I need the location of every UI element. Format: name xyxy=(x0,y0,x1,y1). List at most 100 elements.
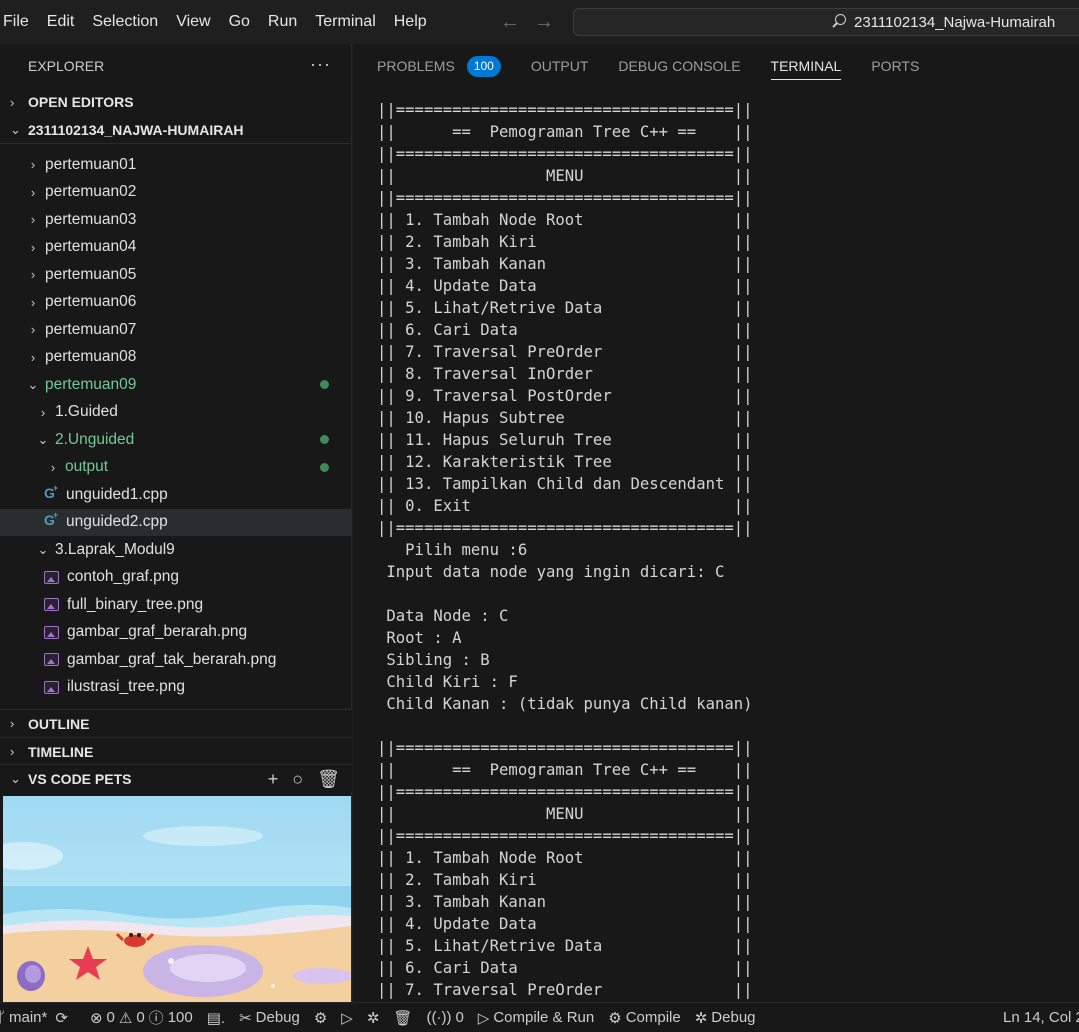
tree-item[interactable]: contoh_graf.png xyxy=(0,564,351,592)
tree-item[interactable]: ⌄ 3.Laprak_Modul9 xyxy=(0,536,351,564)
menu-edit[interactable]: Edit xyxy=(38,0,84,44)
tree-item[interactable]: › pertemuan08 xyxy=(0,344,351,372)
more-actions-icon[interactable]: ··· xyxy=(310,54,331,75)
tab-label: TERMINAL xyxy=(770,58,842,74)
cpp-file-icon xyxy=(44,483,58,502)
image-file-icon xyxy=(44,598,59,612)
image-file-icon xyxy=(44,653,59,667)
menu-help[interactable]: Help xyxy=(385,0,436,44)
debug2-item[interactable]: ✲ Debug xyxy=(695,1009,756,1027)
tree-item-label: contoh_graf.png xyxy=(67,568,180,586)
problems-item[interactable]: ⊗ 0 ⚠ 0 ⓘ 100 xyxy=(90,1007,193,1028)
vscode-pets-section[interactable]: ⌄ VS CODE PETS + ○ 🗑 xyxy=(0,764,352,792)
menu-terminal[interactable]: Terminal xyxy=(306,0,384,44)
menu-run[interactable]: Run xyxy=(259,0,306,44)
ball-icon[interactable]: ○ xyxy=(292,769,303,790)
tab-ports[interactable]: PORTS xyxy=(871,44,919,88)
chevron-right-icon: › xyxy=(30,294,36,310)
delete-item[interactable]: 🗑 xyxy=(393,1009,412,1027)
tree-item[interactable]: › pertemuan02 xyxy=(0,179,351,207)
bug-icon: ✲ xyxy=(694,1009,708,1027)
forward-arrow-icon[interactable]: → xyxy=(534,11,554,34)
tree-item-label: pertemuan06 xyxy=(45,293,137,311)
tab-output[interactable]: OUTPUT xyxy=(531,44,589,88)
cursor-position[interactable]: Ln 14, Col 2 xyxy=(1003,1009,1079,1026)
play-icon: ▷ xyxy=(341,1009,353,1027)
tree-item[interactable]: › pertemuan04 xyxy=(0,234,351,262)
chevron-right-icon: › xyxy=(30,322,36,338)
search-icon xyxy=(830,13,848,31)
tree-item[interactable]: unguided1.cpp xyxy=(0,481,351,509)
tree-item[interactable]: unguided2.cpp xyxy=(0,508,351,536)
menu-file[interactable]: File xyxy=(0,0,38,44)
search-text: 2311102134_Najwa-Humairah xyxy=(854,13,1056,31)
workspace-section[interactable]: ⌄ 2311102134_NAJWA-HUMAIRAH xyxy=(0,116,351,144)
tree-item[interactable]: ilustrasi_tree.png xyxy=(0,674,351,702)
ports-item[interactable]: ((·)) 0 xyxy=(426,1009,463,1026)
image-file-icon xyxy=(44,680,59,694)
tree-item-label: pertemuan09 xyxy=(45,375,137,393)
problems-badge: 100 xyxy=(466,55,501,77)
beach-illustration xyxy=(3,796,351,1002)
compile-item[interactable]: ⚙ Compile xyxy=(608,1009,680,1027)
terminal-text: ||====================================||… xyxy=(377,101,753,999)
tab-debug-console[interactable]: DEBUG CONSOLE xyxy=(618,44,740,88)
menu-selection[interactable]: Selection xyxy=(83,0,167,44)
tree-item-label: 1.Guided xyxy=(55,403,118,421)
outline-section[interactable]: › OUTLINE xyxy=(0,709,352,737)
add-icon[interactable]: + xyxy=(268,769,279,790)
tree-item-label: full_binary_tree.png xyxy=(67,595,204,613)
tree-item[interactable]: full_binary_tree.png xyxy=(0,591,351,619)
tree-item[interactable]: gambar_graf_tak_berarah.png xyxy=(0,646,351,674)
branch-item[interactable]: ᛘ main* ⟳ xyxy=(0,1009,68,1027)
debug2-label: Debug xyxy=(711,1009,756,1026)
menu-go[interactable]: Go xyxy=(220,0,259,44)
chevron-right-icon: › xyxy=(10,744,15,759)
terminal-output[interactable]: ||====================================||… xyxy=(353,88,1079,1002)
tools-icon: ✂ xyxy=(239,1009,252,1027)
tree-item[interactable]: ⌄ pertemuan09 xyxy=(0,371,351,399)
image-file-icon xyxy=(44,625,59,639)
explorer-header: EXPLORER ··· xyxy=(0,44,351,88)
panel-tabs: PROBLEMS 100 OUTPUT DEBUG CONSOLE TERMINAL PO… xyxy=(353,44,1079,88)
terminal-panel: PROBLEMS 100 OUTPUT DEBUG CONSOLE TERMINAL PO… xyxy=(353,44,1079,1002)
tree-item[interactable]: › pertemuan07 xyxy=(0,316,351,344)
command-center-search[interactable]: 2311102134_Najwa-Humairah xyxy=(573,8,1079,36)
error-icon: ⊗ xyxy=(89,1009,103,1027)
chevron-down-icon: ⌄ xyxy=(27,376,39,392)
outline-label: OUTLINE xyxy=(28,715,90,732)
back-arrow-icon[interactable]: ← xyxy=(500,11,520,34)
broadcast-icon: ((·)) xyxy=(426,1009,452,1026)
settings-item[interactable]: ⚙ xyxy=(314,1009,327,1027)
window-item[interactable]: ▤. xyxy=(207,1009,225,1027)
tree-item[interactable]: › output xyxy=(0,454,351,482)
compile-run-label: Compile & Run xyxy=(493,1009,595,1026)
tree-item[interactable]: › pertemuan03 xyxy=(0,206,351,234)
workspace-label: 2311102134_NAJWA-HUMAIRAH xyxy=(28,121,244,138)
tree-item[interactable]: › pertemuan05 xyxy=(0,261,351,289)
chevron-right-icon: › xyxy=(30,267,36,283)
tree-item-label: pertemuan03 xyxy=(45,210,137,228)
cpp-file-icon xyxy=(44,510,58,529)
run-item[interactable]: ▷ xyxy=(341,1009,353,1027)
open-editors-section[interactable]: › OPEN EDITORS xyxy=(0,88,351,116)
tree-item[interactable]: gambar_graf_berarah.png xyxy=(0,619,351,647)
timeline-section[interactable]: › TIMELINE xyxy=(0,737,352,765)
tree-item-label: pertemuan02 xyxy=(45,183,137,201)
tree-item[interactable]: › pertemuan01 xyxy=(0,151,351,179)
tab-terminal[interactable]: TERMINAL xyxy=(770,44,842,88)
menu-view[interactable]: View xyxy=(167,0,219,44)
debug-item[interactable]: ✂ Debug xyxy=(239,1009,300,1027)
tree-item-label: gambar_graf_berarah.png xyxy=(67,623,248,641)
bug-item[interactable]: ✲ xyxy=(367,1009,380,1027)
tree-item[interactable]: ⌄ 2.Unguided xyxy=(0,426,351,454)
tree-item-label: gambar_graf_tak_berarah.png xyxy=(67,650,277,668)
chevron-right-icon: › xyxy=(30,157,36,173)
tree-item[interactable]: › pertemuan06 xyxy=(0,289,351,317)
chevron-right-icon: › xyxy=(30,239,36,255)
trash-icon[interactable]: 🗑 xyxy=(317,769,340,790)
tree-item[interactable]: › 1.Guided xyxy=(0,399,351,427)
tab-problems[interactable]: PROBLEMS 100 xyxy=(377,44,501,88)
tree-item-label: ilustrasi_tree.png xyxy=(67,678,186,696)
compile-run-item[interactable]: ▷ Compile & Run xyxy=(478,1009,594,1027)
